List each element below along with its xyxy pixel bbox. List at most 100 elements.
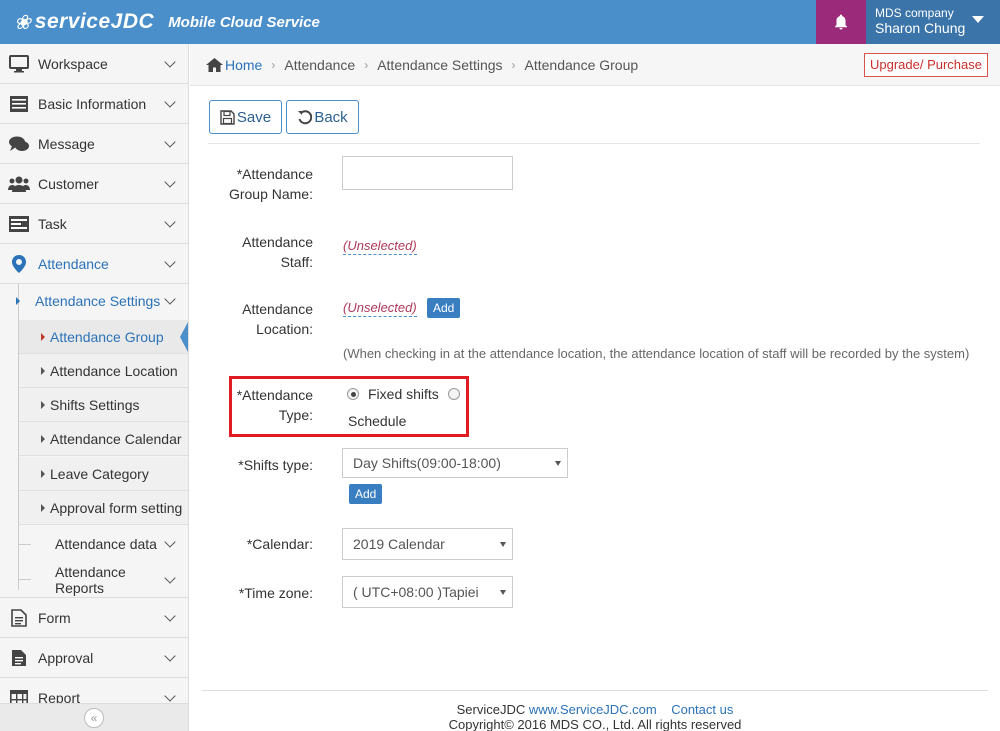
calendar-select[interactable]: 2019 Calendar — [342, 528, 513, 560]
group-name-input[interactable] — [342, 156, 513, 190]
user-menu[interactable]: MDS company Sharon Chung — [866, 0, 1000, 44]
breadcrumb-attendance-settings[interactable]: Attendance Settings — [377, 57, 502, 73]
footer-brand: ServiceJDC — [456, 702, 526, 717]
timezone-value: ( UTC+08:00 )Tapiei — [353, 584, 479, 600]
bell-icon — [835, 14, 847, 30]
sidebar-item-label: Attendance — [38, 255, 109, 272]
upgrade-purchase-button[interactable]: Upgrade/ Purchase — [863, 53, 988, 77]
home-icon — [206, 58, 223, 72]
save-button-label: Save — [236, 108, 272, 126]
chevron-down-icon — [164, 95, 176, 108]
sidebar-item-attendance-calendar[interactable]: Attendance Calendar — [19, 422, 188, 456]
add-shift-button[interactable]: Add — [349, 484, 383, 504]
sidebar-item-attendance-location[interactable]: Attendance Location — [19, 354, 188, 388]
label-line: Attendance — [242, 234, 313, 250]
chevron-down-icon — [164, 255, 176, 268]
breadcrumb-separator: › — [271, 58, 276, 72]
label-line: Group Name: — [228, 186, 313, 202]
tree-branch — [19, 579, 31, 580]
tree-branch — [19, 543, 31, 545]
caret-right-icon — [41, 332, 45, 341]
back-button[interactable]: Back — [286, 100, 359, 134]
sidebar-item-label: Message — [38, 135, 95, 152]
shifts-type-select[interactable]: Day Shifts(09:00-18:00) — [342, 448, 568, 478]
breadcrumb-bar: Home › Attendance › Attendance Settings … — [190, 44, 1000, 86]
chevron-down-icon — [164, 175, 176, 188]
sidebar-item-approval-form-setting[interactable]: Approval form setting — [19, 491, 188, 525]
calendar-value: 2019 Calendar — [353, 536, 445, 552]
sidebar-item-form[interactable]: Form — [0, 598, 188, 638]
sidebar-item-leave-category[interactable]: Leave Category — [19, 457, 188, 491]
chevron-down-icon — [164, 571, 176, 584]
location-select-link[interactable]: (Unselected) — [343, 300, 417, 317]
chevron-down-icon — [164, 293, 176, 305]
label-line: *Attendance — [236, 387, 313, 403]
task-icon — [9, 215, 29, 232]
sidebar-item-label: Attendance Location — [50, 362, 178, 379]
breadcrumb-separator: › — [511, 58, 516, 72]
staff-select-link[interactable]: (Unselected) — [343, 238, 417, 255]
chevron-down-icon — [164, 135, 176, 148]
fixed-shifts-radio[interactable] — [347, 388, 359, 400]
sidebar-item-customer[interactable]: Customer — [0, 164, 188, 204]
timezone-select[interactable]: ( UTC+08:00 )Tapiei — [342, 576, 513, 608]
sidebar-item-approval[interactable]: Approval — [0, 638, 188, 678]
schedule-radio[interactable] — [448, 388, 460, 400]
active-pointer-icon — [180, 322, 188, 352]
caret-right-icon — [41, 503, 45, 512]
label-line: Staff: — [280, 254, 313, 270]
sidebar-item-attendance-settings[interactable]: Attendance Settings — [0, 283, 188, 319]
sidebar-item-label: Leave Category — [50, 465, 149, 482]
sidebar-item-attendance-data[interactable]: Attendance data — [0, 526, 188, 562]
sidebar-item-label: Form — [38, 609, 71, 626]
schedule-label: Schedule — [348, 413, 407, 429]
sidebar-item-attendance[interactable]: Attendance — [0, 244, 188, 284]
sidebar-item-task[interactable]: Task — [0, 204, 188, 244]
calendar-label: *Calendar: — [246, 536, 313, 552]
app-logo[interactable]: ❀ serviceJDC Mobile Cloud Service — [14, 8, 320, 36]
footer-divider — [202, 690, 988, 691]
footer-website-link[interactable]: www.ServiceJDC.com — [529, 702, 657, 717]
footer-copyright: Copyright© 2016 MDS CO., Ltd. All rights… — [448, 717, 742, 731]
breadcrumb-separator: › — [364, 58, 369, 72]
chevron-down-icon — [164, 536, 176, 548]
shifts-type-value: Day Shifts(09:00-18:00) — [353, 455, 501, 471]
label-line: Attendance — [242, 301, 313, 317]
caret-down-icon — [972, 16, 984, 23]
sidebar-item-basic-information[interactable]: Basic Information — [0, 84, 188, 124]
sidebar-item-label: Workspace — [38, 55, 108, 72]
notifications-button[interactable] — [816, 0, 866, 44]
sidebar-item-attendance-reports[interactable]: Attendance Reports — [0, 562, 188, 598]
caret-down-icon — [500, 542, 506, 547]
save-button[interactable]: Save — [209, 100, 282, 134]
chevron-down-icon — [164, 55, 176, 68]
sidebar-item-workspace[interactable]: Workspace — [0, 44, 188, 84]
label-line: Type: — [278, 407, 313, 423]
logo-mark-icon: ❀ — [14, 11, 31, 34]
footer-contact-link[interactable]: Contact us — [671, 702, 733, 717]
footer-links: ServiceJDC www.ServiceJDC.com Contact us — [190, 702, 1000, 717]
chevron-down-icon — [164, 689, 176, 702]
breadcrumb: Home › Attendance › Attendance Settings … — [206, 57, 638, 73]
chevron-down-icon — [164, 609, 176, 622]
staff-label: Attendance Staff: — [200, 232, 313, 272]
sidebar-item-label: Attendance data — [55, 536, 157, 552]
location-pin-icon — [12, 254, 26, 273]
caret-right-icon — [41, 434, 45, 443]
breadcrumb-current: Attendance Group — [524, 57, 639, 73]
toolbar-divider — [208, 143, 980, 144]
add-location-button[interactable]: Add — [427, 298, 461, 318]
sidebar-item-message[interactable]: Message — [0, 124, 188, 164]
sidebar-item-shifts-settings[interactable]: Shifts Settings — [19, 388, 188, 422]
breadcrumb-home-link[interactable]: Home — [206, 57, 262, 73]
collapse-sidebar-button[interactable]: « — [84, 707, 104, 728]
label-line: *Attendance — [236, 166, 313, 182]
breadcrumb-attendance[interactable]: Attendance — [284, 57, 355, 73]
caret-down-icon — [500, 590, 506, 595]
back-button-label: Back — [314, 108, 348, 126]
sidebar-item-label: Approval form setting — [50, 499, 183, 516]
sidebar-item-attendance-group[interactable]: Attendance Group — [19, 320, 188, 354]
monitor-icon — [9, 54, 29, 72]
chat-icon — [9, 136, 29, 151]
shifts-type-label: *Shifts type: — [238, 457, 313, 473]
